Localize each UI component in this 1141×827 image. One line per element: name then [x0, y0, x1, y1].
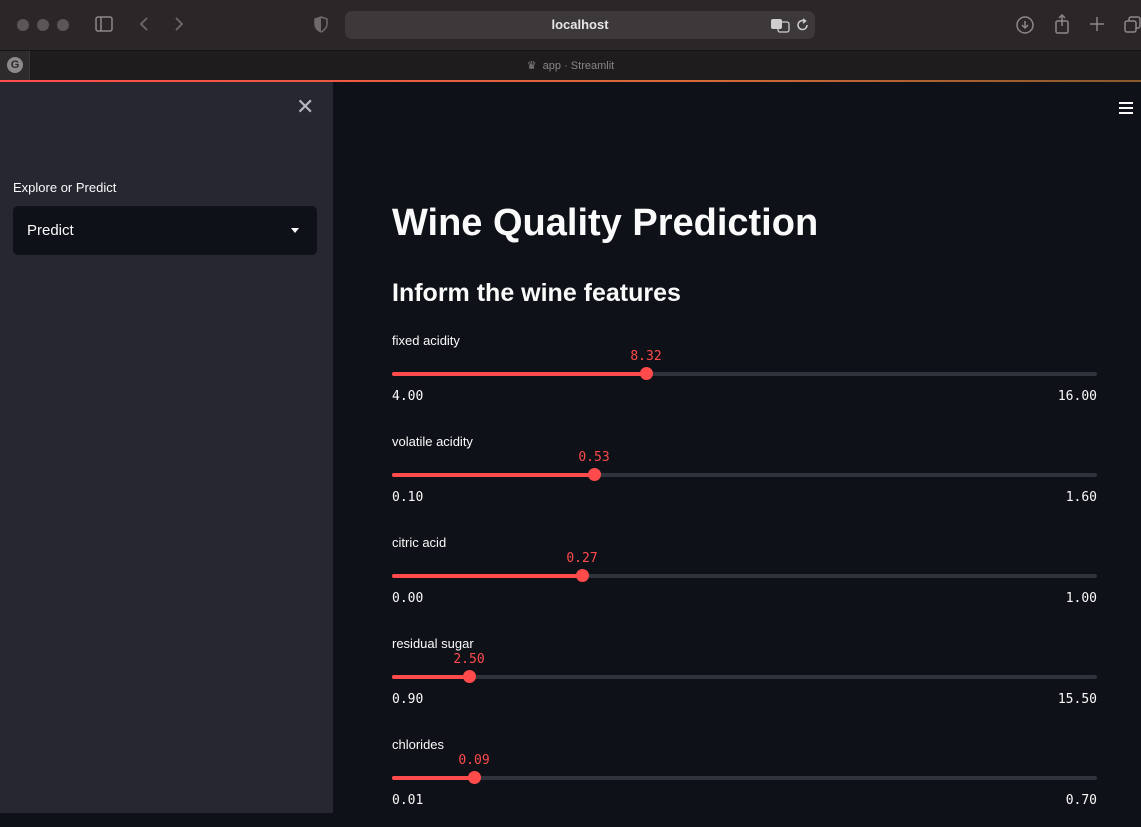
slider-fill	[392, 776, 474, 780]
slider-fill	[392, 372, 646, 376]
page-title: Wine Quality Prediction	[392, 202, 819, 244]
slider-min: 0.10	[392, 490, 424, 505]
new-tab-icon[interactable]	[1089, 16, 1105, 35]
explore-predict-select[interactable]: Predict	[13, 206, 317, 255]
slider-min: 0.90	[392, 692, 424, 707]
slider-min: 0.01	[392, 793, 424, 808]
slider-thumb[interactable]	[588, 468, 601, 481]
minimize-window-button[interactable]	[37, 19, 49, 31]
slider-value: 8.32	[630, 349, 662, 364]
browser-chrome: localhost G ♛ app · Streamlit	[0, 0, 1141, 82]
browser-titlebar: localhost	[0, 0, 1141, 50]
slider-label: citric acid	[392, 535, 447, 550]
slider-thumb[interactable]	[640, 367, 653, 380]
forward-icon[interactable]	[174, 16, 184, 35]
slider-track[interactable]	[392, 468, 1097, 481]
sidebar-toggle-icon[interactable]	[95, 16, 113, 35]
slider-residual-sugar: residual sugar 2.50 0.90 15.50	[392, 636, 1097, 726]
slider-max: 16.00	[1057, 389, 1097, 404]
reload-icon[interactable]	[796, 18, 809, 37]
slider-max: 15.50	[1057, 692, 1097, 707]
back-icon[interactable]	[139, 16, 149, 35]
slider-value: 0.09	[458, 753, 490, 768]
slider-label: volatile acidity	[392, 434, 473, 449]
slider-fill	[392, 473, 594, 477]
tab-title[interactable]: ♛ app · Streamlit	[0, 59, 1141, 72]
slider-volatile-acidity: volatile acidity 0.53 0.10 1.60	[392, 434, 1097, 524]
slider-value: 2.50	[453, 652, 485, 667]
tab-bar: G ♛ app · Streamlit	[0, 50, 1141, 80]
close-sidebar-icon[interactable]: ✕	[296, 96, 314, 118]
streamlit-crown-icon: ♛	[526, 60, 537, 72]
privacy-shield-icon[interactable]	[314, 16, 328, 36]
slider-track[interactable]	[392, 569, 1097, 582]
sidebar: ✕ Explore or Predict Predict	[0, 82, 333, 813]
slider-label: fixed acidity	[392, 333, 460, 348]
url-text: localhost	[551, 17, 609, 32]
slider-min: 0.00	[392, 591, 424, 606]
slider-chlorides: chlorides 0.09 0.01 0.70	[392, 737, 1097, 827]
slider-thumb[interactable]	[576, 569, 589, 582]
slider-min: 4.00	[392, 389, 424, 404]
tab-title-text: app · Streamlit	[542, 60, 615, 72]
slider-max: 1.60	[1065, 490, 1097, 505]
slider-fill	[392, 675, 469, 679]
section-subtitle: Inform the wine features	[392, 279, 681, 307]
slider-track[interactable]	[392, 367, 1097, 380]
select-value: Predict	[27, 222, 74, 239]
slider-max: 1.00	[1065, 591, 1097, 606]
slider-label: residual sugar	[392, 636, 474, 651]
slider-citric-acid: citric acid 0.27 0.00 1.00	[392, 535, 1097, 625]
slider-max: 0.70	[1065, 793, 1097, 808]
download-icon[interactable]	[1016, 16, 1034, 37]
close-window-button[interactable]	[17, 19, 29, 31]
select-label: Explore or Predict	[13, 180, 117, 195]
menu-icon[interactable]	[1119, 102, 1133, 117]
slider-value: 0.27	[566, 551, 598, 566]
slider-fixed-acidity: fixed acidity 8.32 4.00 16.00	[392, 333, 1097, 423]
slider-fill	[392, 574, 582, 578]
slider-value: 0.53	[578, 450, 610, 465]
main-content: Wine Quality Prediction Inform the wine …	[333, 82, 1141, 813]
translate-icon[interactable]	[770, 17, 790, 38]
slider-label: chlorides	[392, 737, 445, 752]
slider-thumb[interactable]	[463, 670, 476, 683]
chevron-down-icon	[291, 228, 299, 233]
share-icon[interactable]	[1054, 13, 1070, 37]
slider-track[interactable]	[392, 771, 1097, 784]
address-bar[interactable]: localhost	[345, 11, 815, 39]
slider-thumb[interactable]	[468, 771, 481, 784]
tab-overview-icon[interactable]	[1124, 16, 1141, 36]
slider-track[interactable]	[392, 670, 1097, 683]
zoom-window-button[interactable]	[57, 19, 69, 31]
